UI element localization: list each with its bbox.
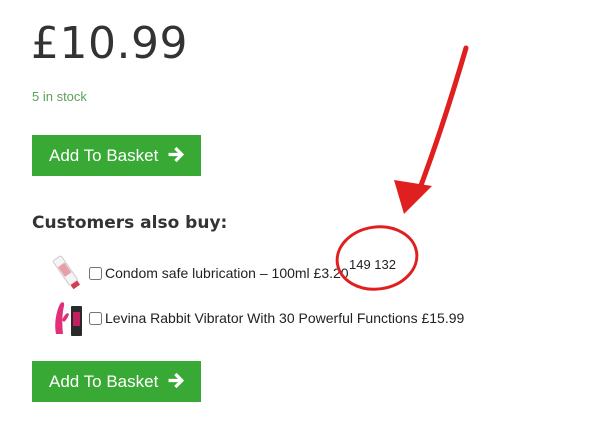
upsell-item: Levina Rabbit Vibrator With 30 Powerful … [48, 298, 464, 338]
add-to-basket-button[interactable]: Add To Basket [32, 361, 201, 402]
arrow-right-icon [168, 146, 185, 163]
vibrator-product-icon [48, 298, 86, 338]
also-buy-title: Customers also buy: [32, 213, 228, 233]
annotation-arrow-head [394, 180, 432, 214]
annotation-arrow [417, 45, 469, 191]
product-price: £10.99 [31, 18, 188, 69]
lube-tube-icon [48, 253, 86, 293]
add-to-basket-button[interactable]: Add To Basket [32, 135, 201, 176]
upsell-checkbox[interactable] [89, 311, 102, 325]
upsell-label[interactable]: Levina Rabbit Vibrator With 30 Powerful … [105, 310, 464, 326]
stock-status: 5 in stock [32, 89, 87, 104]
upsell-checkbox[interactable] [89, 266, 102, 280]
add-to-basket-label: Add To Basket [49, 145, 159, 165]
add-to-basket-label: Add To Basket [49, 371, 159, 391]
upsell-item: Condom safe lubrication – 100ml £3.20 [48, 253, 349, 293]
upsell-label[interactable]: Condom safe lubrication – 100ml £3.20 [105, 265, 349, 281]
annotation-text: 149 132 [349, 257, 396, 272]
arrow-right-icon [168, 372, 185, 389]
